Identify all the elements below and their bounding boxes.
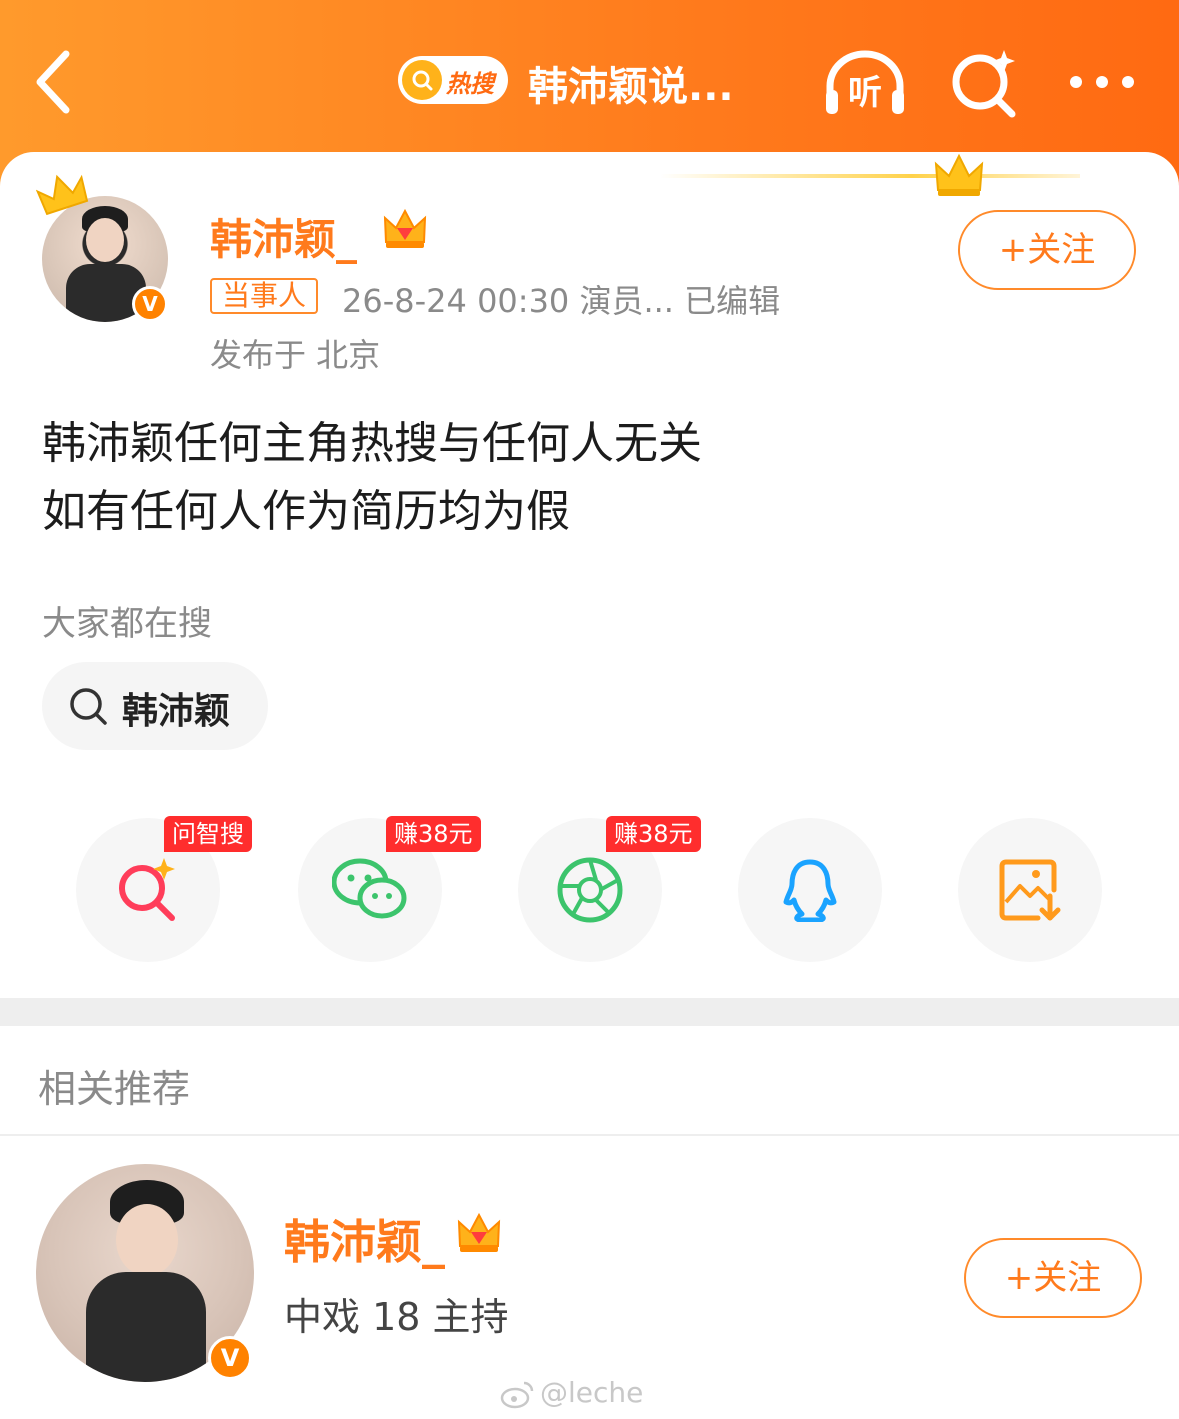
listen-button[interactable]: 听	[822, 46, 908, 118]
related-user-name[interactable]: 韩沛颖_	[284, 1206, 445, 1272]
moments-aperture-icon	[557, 857, 623, 923]
wechat-reward-ribbon: 赚38元	[386, 816, 481, 852]
party-tag: 当事人	[210, 278, 319, 314]
post-content-line: 韩沛颖任何主角热搜与任何人无关	[42, 418, 702, 469]
author-avatar[interactable]: V	[36, 174, 170, 324]
headphones-icon: 听	[826, 50, 904, 114]
decorative-line	[660, 174, 1080, 178]
page-title: 韩沛颖说...	[528, 64, 734, 110]
crown-icon	[934, 153, 984, 196]
related-user-avatar[interactable]: V	[36, 1164, 254, 1382]
more-button[interactable]	[1066, 60, 1138, 104]
search-button[interactable]	[948, 46, 1022, 118]
post-location: 发布于 北京	[210, 336, 381, 374]
follow-button[interactable]: +关注	[958, 210, 1136, 290]
hot-search-badge[interactable]: 热搜	[398, 56, 508, 104]
vip-crown-icon	[383, 208, 427, 248]
post-meta: 26-8-24 00:30 演员... 已编辑	[342, 282, 781, 320]
ask-search-ribbon: 问智搜	[164, 816, 252, 852]
post-content-line: 如有任何人作为简历均为假	[42, 486, 570, 537]
back-button[interactable]	[28, 46, 88, 118]
weibo-logo-icon	[500, 1381, 534, 1409]
save-image-button[interactable]	[958, 818, 1102, 962]
qq-penguin-icon	[783, 859, 837, 922]
divider	[0, 1134, 1179, 1136]
hot-search-label: 热搜	[446, 70, 494, 98]
everyone-searching-label: 大家都在搜	[42, 604, 212, 644]
vip-crown-icon	[457, 1212, 501, 1252]
author-name[interactable]: 韩沛颖_	[210, 206, 357, 267]
verified-badge: V	[132, 286, 168, 322]
post-content: 韩沛颖任何主角热搜与任何人无关 如有任何人作为简历均为假	[42, 410, 1132, 546]
listen-label: 听	[848, 73, 882, 113]
watermark-handle: @leche	[540, 1376, 644, 1409]
ai-search-icon	[952, 50, 1016, 118]
qq-share-button[interactable]	[738, 818, 882, 962]
ai-search-icon	[119, 858, 175, 921]
watermark: @leche	[500, 1376, 643, 1409]
related-recommend-label: 相关推荐	[38, 1067, 191, 1111]
section-separator	[0, 998, 1179, 1026]
search-icon	[70, 688, 107, 725]
more-dots-icon	[1070, 76, 1134, 88]
hot-search-icon	[402, 60, 442, 100]
moments-reward-ribbon: 赚38元	[606, 816, 701, 852]
related-user-description: 中戏 18 主持	[284, 1295, 509, 1339]
search-suggestion-chip[interactable]: 韩沛颖	[42, 662, 268, 750]
save-image-icon	[999, 859, 1061, 921]
search-chip-label: 韩沛颖	[122, 691, 231, 732]
chevron-left-icon	[36, 50, 70, 114]
related-follow-button[interactable]: +关注	[964, 1238, 1142, 1318]
crown-icon	[36, 174, 89, 216]
verified-badge: V	[208, 1336, 252, 1380]
wechat-icon	[332, 858, 407, 919]
